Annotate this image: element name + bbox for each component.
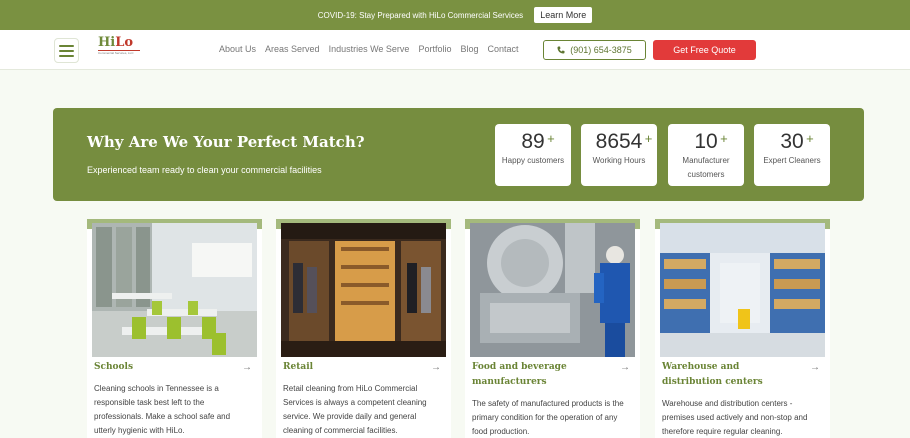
card-title: Warehouse and distribution centers — [662, 362, 763, 387]
stat-label: Manufacturer customers — [682, 156, 730, 179]
match-subtitle: Experienced team ready to clean your com… — [87, 165, 322, 175]
nav-areas-served[interactable]: Areas Served — [265, 44, 320, 54]
stat-value: 89 + — [521, 130, 555, 153]
get-free-quote-button[interactable]: Get Free Quote — [653, 40, 756, 60]
nav-portfolio[interactable]: Portfolio — [418, 44, 451, 54]
nav-blog[interactable]: Blog — [460, 44, 478, 54]
card-description: The safety of manufactured products is t… — [472, 399, 624, 436]
industry-card-retail[interactable]: Retail → Retail cleaning from HiLo Comme… — [276, 219, 451, 438]
stat-label: Happy customers — [501, 156, 565, 165]
nav-industries[interactable]: Industries We Serve — [329, 44, 410, 54]
perfect-match-banner: Why Are We Your Perfect Match? Experienc… — [53, 108, 864, 201]
stat-expert-cleaners: 30 + Expert Cleaners — [754, 124, 830, 186]
logo-wordmark: HiLo — [98, 35, 134, 50]
card-description: Warehouse and distribution centers - pre… — [662, 399, 808, 436]
arrow-right-icon[interactable]: → — [810, 362, 820, 373]
card-description: Retail cleaning from HiLo Commercial Ser… — [283, 384, 427, 435]
menu-icon-line — [59, 49, 74, 52]
card-description: Cleaning schools in Tennessee is a respo… — [94, 384, 231, 435]
stat-label: Expert Cleaners — [763, 156, 821, 165]
retail-photo — [281, 223, 446, 357]
menu-icon-line — [59, 54, 74, 57]
announcement-bar: COVID-19: Stay Prepared with HiLo Commer… — [0, 0, 910, 30]
nav-about-us[interactable]: About Us — [219, 44, 256, 54]
stat-value: 8654 + — [595, 130, 653, 153]
arrow-right-icon[interactable]: → — [431, 362, 441, 373]
phone-number: (901) 654-3875 — [570, 45, 632, 55]
card-title: Retail — [283, 362, 314, 372]
stat-manufacturer-customers: 10 + Manufacturer customers — [668, 124, 744, 186]
industry-card-warehouse[interactable]: Warehouse and distribution centers → War… — [655, 219, 830, 438]
stat-value: 10 + — [694, 130, 728, 153]
logo-subtitle: Commercial Services, LLC — [98, 51, 134, 55]
industry-card-schools[interactable]: Schools → Cleaning schools in Tennessee … — [87, 219, 262, 438]
main-nav: About Us Areas Served Industries We Serv… — [219, 44, 519, 54]
learn-more-button[interactable]: Learn More — [534, 7, 593, 23]
stat-happy-customers: 89 + Happy customers — [495, 124, 571, 186]
stat-working-hours: 8654 + Working Hours — [581, 124, 657, 186]
warehouse-photo — [660, 223, 825, 357]
stat-value: 30 + — [780, 130, 814, 153]
stat-label: Working Hours — [592, 156, 646, 165]
site-header: HiLo Commercial Services, LLC About Us A… — [0, 30, 910, 70]
match-title: Why Are We Your Perfect Match? — [87, 133, 365, 151]
arrow-right-icon[interactable]: → — [620, 362, 630, 373]
card-title: Schools — [94, 362, 134, 372]
schools-photo — [92, 223, 257, 357]
announcement-text: COVID-19: Stay Prepared with HiLo Commer… — [317, 10, 524, 20]
nav-contact[interactable]: Contact — [487, 44, 518, 54]
food-production-photo — [470, 223, 635, 357]
phone-icon — [557, 46, 565, 54]
phone-button[interactable]: (901) 654-3875 — [543, 40, 646, 60]
card-title: Food and beverage manufacturers — [472, 362, 567, 387]
menu-icon-line — [59, 44, 74, 47]
arrow-right-icon[interactable]: → — [242, 362, 252, 373]
industry-card-food-beverage[interactable]: Food and beverage manufacturers → The sa… — [465, 219, 640, 438]
hamburger-menu-button[interactable] — [54, 38, 79, 63]
hilo-logo[interactable]: HiLo Commercial Services, LLC — [98, 36, 140, 56]
